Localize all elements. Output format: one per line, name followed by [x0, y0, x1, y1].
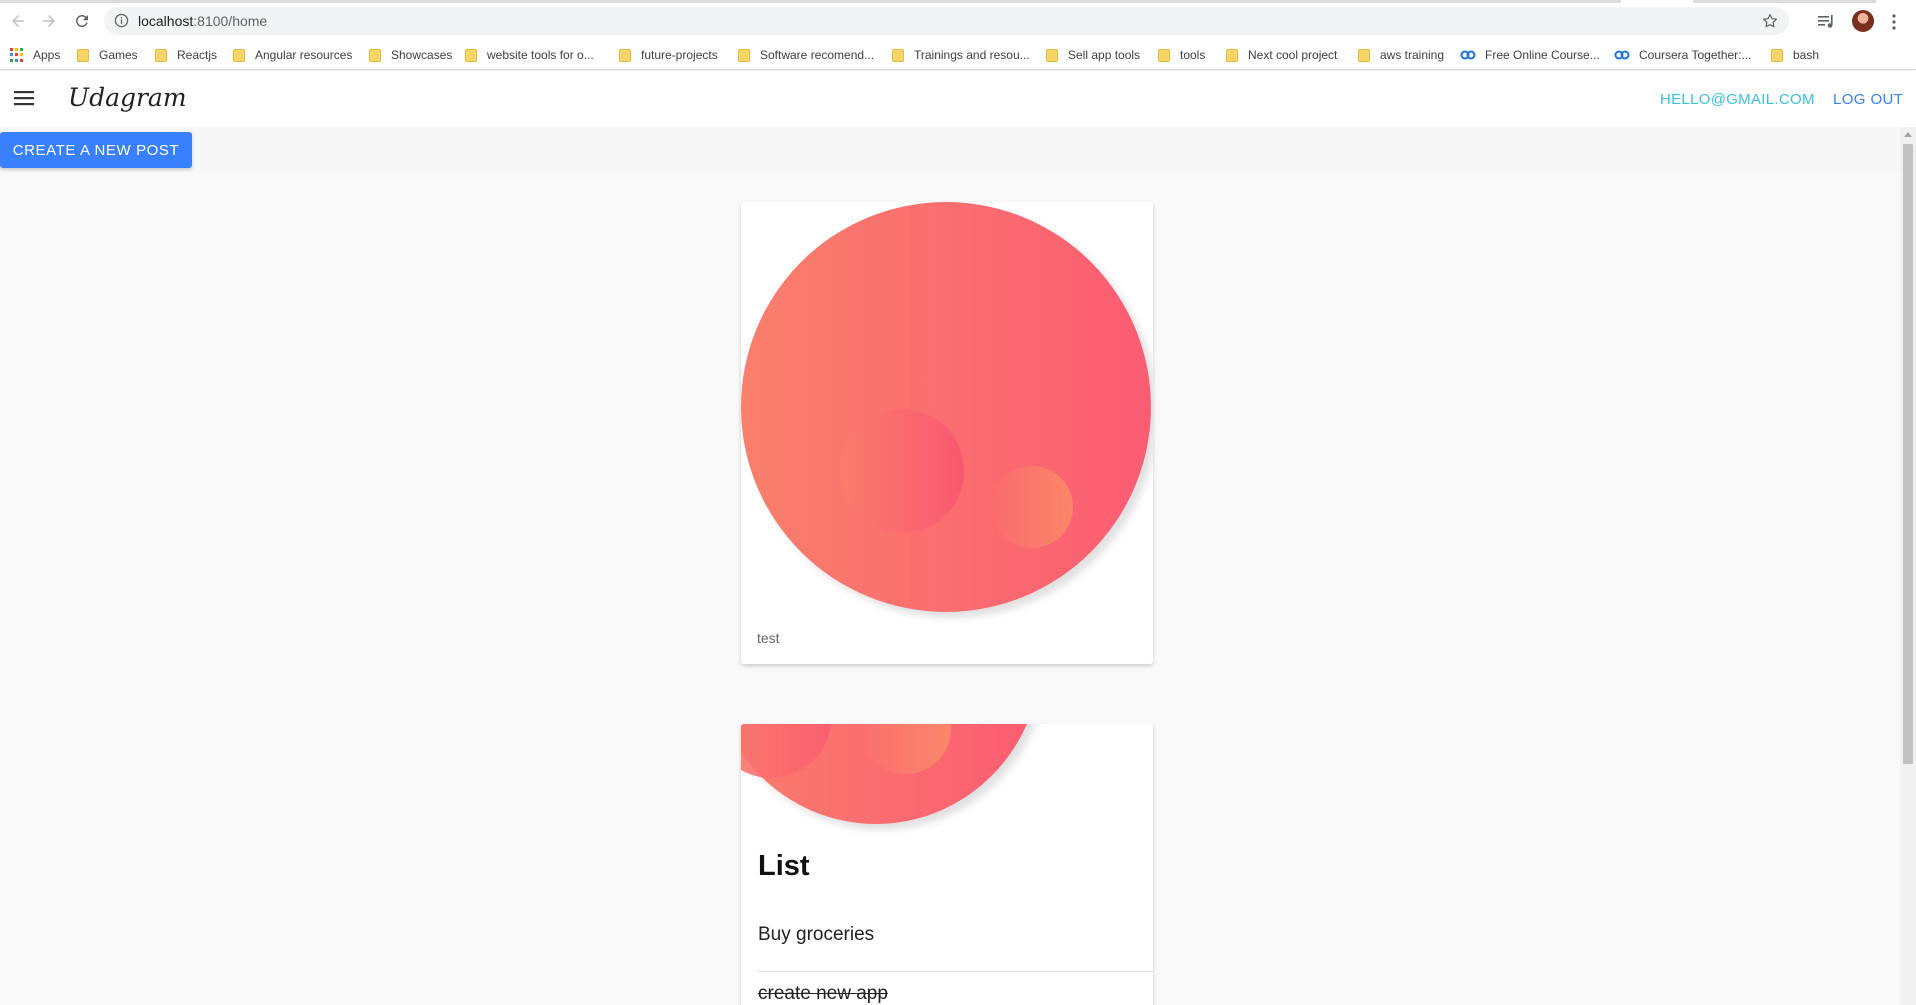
- bookmark-apps[interactable]: Apps: [10, 44, 60, 66]
- folder-icon: [155, 48, 167, 62]
- list-card: List Buy groceries create new app: [741, 724, 1153, 1005]
- post-image-bubble: [741, 724, 831, 778]
- bookmark-label: Games: [99, 48, 138, 62]
- info-icon[interactable]: [114, 13, 129, 28]
- bookmark-link[interactable]: Free Online Course...: [1460, 44, 1600, 66]
- folder-icon: [738, 48, 750, 62]
- bookmark-label: Showcases: [391, 48, 453, 62]
- bookmark-label: tools: [1180, 48, 1206, 62]
- scroll-up-arrow-icon[interactable]: [1904, 132, 1912, 137]
- user-email-button[interactable]: hello@gmail.com: [1660, 91, 1814, 108]
- folder-icon: [369, 48, 381, 62]
- bookmark-folder[interactable]: Next cool project: [1226, 44, 1337, 66]
- bookmark-folder[interactable]: Software recomend...: [738, 44, 874, 66]
- bookmark-label: Reactjs: [177, 48, 218, 62]
- folder-icon: [233, 48, 245, 62]
- media-control-icon[interactable]: [1816, 12, 1836, 32]
- bookmark-folder[interactable]: Reactjs: [155, 44, 217, 66]
- list-card-image: [741, 724, 1041, 824]
- logout-button[interactable]: LOG OUT: [1833, 91, 1903, 108]
- create-post-button[interactable]: CREATE A NEW POST: [0, 132, 192, 168]
- bookmark-label: Next cool project: [1248, 48, 1338, 62]
- url-text: localhost:8100/home: [138, 13, 267, 29]
- bookmark-folder[interactable]: website tools for o...: [465, 44, 594, 66]
- bookmark-label: Angular resources: [255, 48, 353, 62]
- url-host: localhost: [138, 13, 194, 29]
- list-item[interactable]: create new app: [758, 983, 888, 1005]
- app-toolbar: Udagram hello@gmail.com LOG OUT: [0, 71, 1916, 127]
- profile-avatar[interactable]: [1852, 10, 1874, 32]
- bookmark-folder[interactable]: Trainings and resou...: [892, 44, 1030, 66]
- bookmark-folder[interactable]: future-projects: [619, 44, 718, 66]
- browser-address-bar: localhost:8100/home: [0, 3, 1916, 40]
- folder-icon: [1226, 48, 1238, 62]
- feed-content: CREATE A NEW POST test List Buy grocerie…: [0, 127, 1900, 1005]
- url-input[interactable]: localhost:8100/home: [104, 7, 1789, 35]
- bookmark-label: aws training: [1380, 48, 1445, 62]
- browser-menu-icon[interactable]: [1886, 12, 1902, 32]
- bookmark-label: Free Online Course...: [1485, 48, 1600, 62]
- bookmark-label: Software recomend...: [760, 48, 875, 62]
- list-item[interactable]: Buy groceries: [758, 924, 1153, 972]
- url-path: :8100/home: [193, 13, 268, 29]
- bookmarks-bar: Apps Games Reactjs Angular resources Sho…: [0, 40, 1916, 70]
- bookmark-folder[interactable]: Angular resources: [233, 44, 352, 66]
- page-scrollbar[interactable]: [1900, 127, 1916, 1005]
- post-caption: test: [757, 630, 780, 646]
- bookmark-label: Trainings and resou...: [914, 48, 1030, 62]
- create-post-bar: CREATE A NEW POST: [0, 127, 1900, 172]
- reload-icon[interactable]: [70, 9, 94, 33]
- forward-arrow-icon[interactable]: [37, 9, 61, 33]
- app-brand-title: Udagram: [68, 83, 187, 112]
- scrollbar-thumb[interactable]: [1903, 144, 1913, 764]
- bookmark-folder[interactable]: tools: [1158, 44, 1205, 66]
- bookmark-label: Sell app tools: [1068, 48, 1141, 62]
- post-image-bubble: [840, 409, 964, 533]
- coursera-link-icon: [1460, 50, 1476, 60]
- folder-icon: [892, 48, 904, 62]
- coursera-link-icon: [1614, 50, 1630, 60]
- bookmark-label: bash: [1793, 48, 1820, 62]
- menu-icon[interactable]: [13, 87, 35, 109]
- post-image-bubble: [991, 466, 1073, 548]
- post-image-bubble: [861, 724, 951, 774]
- feed-post-card: test: [741, 202, 1153, 664]
- back-arrow-icon[interactable]: [6, 9, 30, 33]
- bookmark-label: Coursera Together:...: [1639, 48, 1752, 62]
- bookmark-star-icon[interactable]: [1761, 12, 1779, 30]
- folder-icon: [77, 48, 89, 62]
- folder-icon: [1358, 48, 1370, 62]
- bookmark-folder[interactable]: bash: [1771, 44, 1819, 66]
- bookmark-label: future-projects: [641, 48, 718, 62]
- bookmark-folder[interactable]: Games: [77, 44, 138, 66]
- folder-icon: [1771, 48, 1783, 62]
- folder-icon: [1158, 48, 1170, 62]
- list-title: List: [758, 850, 810, 882]
- bookmark-folder[interactable]: Sell app tools: [1046, 44, 1140, 66]
- folder-icon: [619, 48, 631, 62]
- bookmark-label: Apps: [33, 48, 61, 62]
- bookmark-link[interactable]: Coursera Together:...: [1614, 44, 1752, 66]
- post-image: [741, 202, 1151, 612]
- folder-icon: [1046, 48, 1058, 62]
- bookmark-label: website tools for o...: [487, 48, 594, 62]
- bookmark-folder[interactable]: Showcases: [369, 44, 452, 66]
- folder-icon: [465, 48, 477, 62]
- apps-grid-icon: [10, 48, 24, 62]
- bookmark-folder[interactable]: aws training: [1358, 44, 1444, 66]
